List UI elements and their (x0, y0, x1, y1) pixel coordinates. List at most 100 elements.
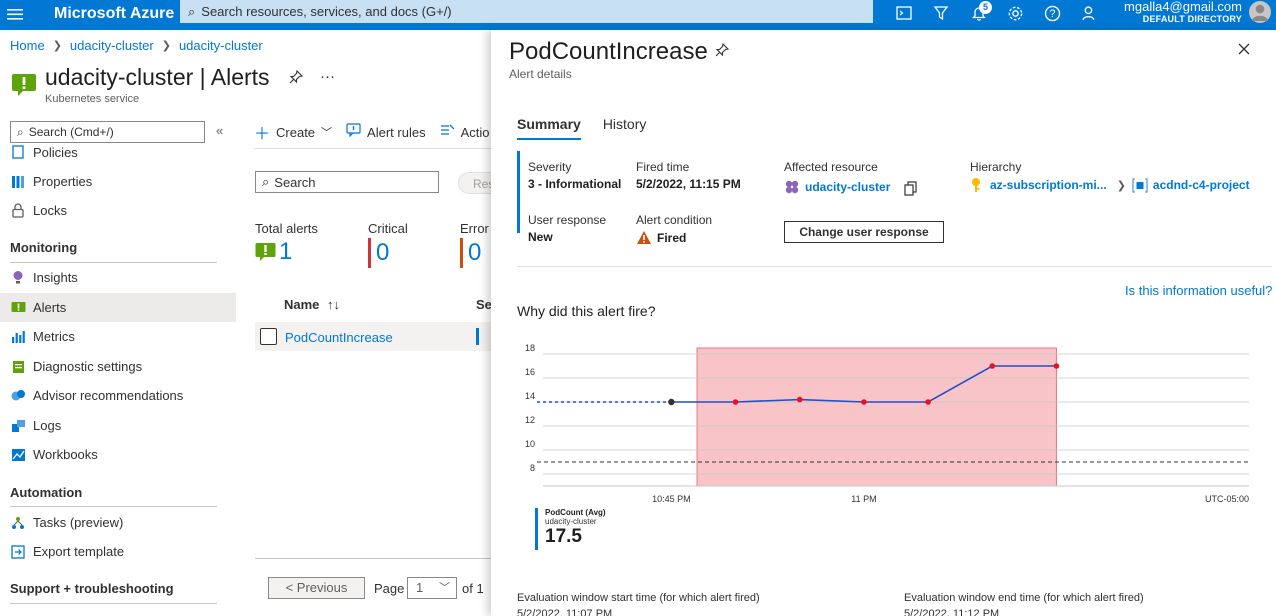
chart-legend[interactable]: PodCount (Avg) udacity-cluster 17.5 (535, 508, 606, 550)
sidebar-header-support: Support + troubleshooting (10, 581, 174, 596)
create-label: Create (276, 124, 316, 140)
data-point (668, 398, 675, 406)
alert-name-link[interactable]: PodCountIncrease (285, 330, 393, 345)
alerts-icon (10, 300, 26, 316)
data-point (1053, 363, 1060, 369)
page-label: Page (374, 581, 405, 596)
sidebar-header-automation: Automation (10, 485, 83, 500)
field-value: New (528, 230, 553, 244)
sidebar-item-metrics[interactable]: Metrics (0, 322, 236, 351)
alerts-search-input[interactable]: ⌕ Search (255, 171, 439, 193)
global-search-input[interactable]: ⌕ Search resources, services, and docs (… (180, 0, 873, 23)
sidebar-item-insights[interactable]: Insights (0, 263, 236, 292)
brand-title[interactable]: Microsoft Azure (54, 3, 174, 25)
column-header-name[interactable]: Name ↑↓ (284, 297, 340, 312)
critical-color-bar (368, 238, 371, 268)
severity-indicator (476, 328, 479, 345)
directory-filter-icon[interactable] (930, 3, 952, 23)
sidebar-item-locks[interactable]: Locks (0, 196, 236, 225)
close-icon[interactable] (1237, 40, 1251, 61)
field-affected-resource: Affected resource udacity-cluster (784, 160, 918, 197)
tab-summary[interactable]: Summary (517, 116, 581, 140)
search-icon: ⌕ (262, 174, 270, 189)
x-tick-label: UTC-05:00 (1205, 494, 1249, 504)
stat-critical[interactable]: Critical 0 (368, 221, 408, 268)
notifications-icon[interactable]: 5 (968, 1, 992, 23)
change-user-response-button[interactable]: Change user response (784, 221, 944, 243)
sidebar-item-policies[interactable]: Policies (0, 141, 236, 163)
blade-subtitle: Alert details (509, 67, 572, 81)
copy-icon[interactable] (904, 181, 918, 197)
menu-icon[interactable] (6, 4, 24, 24)
stat-value: 1 (279, 238, 293, 265)
sidebar-item-logs[interactable]: Logs (0, 411, 236, 440)
alerts-icon (255, 243, 276, 261)
settings-gear-icon[interactable] (1004, 3, 1026, 23)
tab-history[interactable]: History (603, 116, 647, 140)
feedback-useful-link[interactable]: Is this information useful? (1125, 283, 1272, 298)
breadcrumb: Home ❯ udacity-cluster ❯ udacity-cluster (10, 38, 263, 53)
eval-window-start: Evaluation window start time (for which … (517, 592, 760, 616)
field-label: Hierarchy (970, 160, 1022, 174)
alert-rules-button[interactable]: Alert rules (346, 122, 426, 142)
previous-page-button[interactable]: < Previous (268, 577, 365, 599)
blade-tabs: Summary History (517, 116, 646, 140)
tasks-icon (10, 515, 26, 531)
hierarchy-resource-group-link[interactable]: acdnd-c4-project (1153, 178, 1250, 192)
help-icon[interactable]: ? (1041, 3, 1063, 23)
account-menu[interactable]: mgalla4@gmail.com DEFAULT DIRECTORY (1124, 0, 1242, 25)
metrics-icon (10, 329, 26, 345)
feedback-icon[interactable] (1078, 3, 1100, 23)
table-row[interactable]: PodCountIncrease (255, 322, 491, 351)
pin-icon[interactable] (289, 69, 304, 87)
sidebar-item-tasks[interactable]: Tasks (preview) (0, 508, 236, 537)
collapse-sidebar-icon[interactable]: « (216, 123, 223, 138)
data-point (989, 363, 996, 369)
policies-icon (10, 144, 26, 160)
action-groups-button[interactable]: Actio (440, 123, 489, 142)
page-select-value: 1 (416, 580, 424, 595)
hierarchy-subscription-link[interactable]: az-subscription-mi... (990, 178, 1107, 192)
chevron-right-icon: ❯ (52, 40, 62, 52)
cloud-shell-icon[interactable] (893, 3, 915, 23)
y-tick-label: 12 (525, 415, 535, 425)
create-button[interactable]: ＋ Create ﹀ (254, 120, 332, 144)
sidebar-item-export-template[interactable]: Export template (0, 537, 236, 566)
more-options-icon[interactable]: ··· (320, 68, 335, 85)
sidebar-item-workbooks[interactable]: Workbooks (0, 440, 236, 469)
data-point (796, 396, 803, 403)
export-icon (10, 544, 26, 560)
avatar[interactable] (1248, 0, 1272, 26)
field-value: 5/2/2022, 11:15 PM (636, 177, 741, 191)
field-fired-time: Fired time 5/2/2022, 11:15 PM (636, 160, 741, 191)
alert-rules-icon (346, 122, 361, 142)
pin-icon[interactable] (715, 42, 730, 60)
stat-value: 0 (468, 239, 482, 266)
command-bar: ＋ Create ﹀ Alert rules Actio (254, 118, 503, 146)
affected-resource-link[interactable]: udacity-cluster (784, 177, 918, 197)
row-checkbox[interactable] (260, 328, 277, 345)
y-tick-label: 10 (525, 439, 535, 449)
eval-window-end: Evaluation window end time (for which al… (904, 592, 1144, 616)
kubernetes-icon (785, 180, 799, 194)
stat-error[interactable]: Error 0 (460, 221, 489, 268)
sidebar-item-advisor-recommendations[interactable]: Advisor recommendations (0, 381, 236, 410)
data-point (861, 399, 867, 405)
stat-label: Total alerts (255, 221, 318, 236)
page-select[interactable]: 1 ﹀ (407, 577, 457, 599)
stat-total-alerts[interactable]: Total alerts 1 (255, 221, 318, 266)
breadcrumb-home[interactable]: Home (10, 38, 45, 53)
breadcrumb-cluster-2[interactable]: udacity-cluster (179, 38, 263, 53)
sidebar-item-properties[interactable]: Properties (0, 167, 236, 196)
sidebar-item-diagnostic-settings[interactable]: Diagnostic settings (0, 352, 236, 381)
stat-label: Critical (368, 221, 408, 236)
search-icon: ⌕ (188, 3, 196, 19)
plus-icon: ＋ (254, 126, 271, 143)
metric-chart[interactable]: 8 10 12 14 16 18 10:45 PM 11 PM UTC-05:00 (517, 338, 1257, 508)
field-hierarchy: Hierarchy az-subscription-mi... ❯ acdnd-… (970, 160, 1250, 193)
sidebar-search-input[interactable]: ⌕ Search (Cmd+/) (10, 121, 205, 143)
breadcrumb-cluster[interactable]: udacity-cluster (70, 38, 154, 53)
eval-end-value: 5/2/2022, 11:12 PM (904, 608, 1000, 616)
sidebar-item-alerts[interactable]: Alerts (0, 293, 236, 322)
svg-text:?: ? (1049, 8, 1055, 20)
